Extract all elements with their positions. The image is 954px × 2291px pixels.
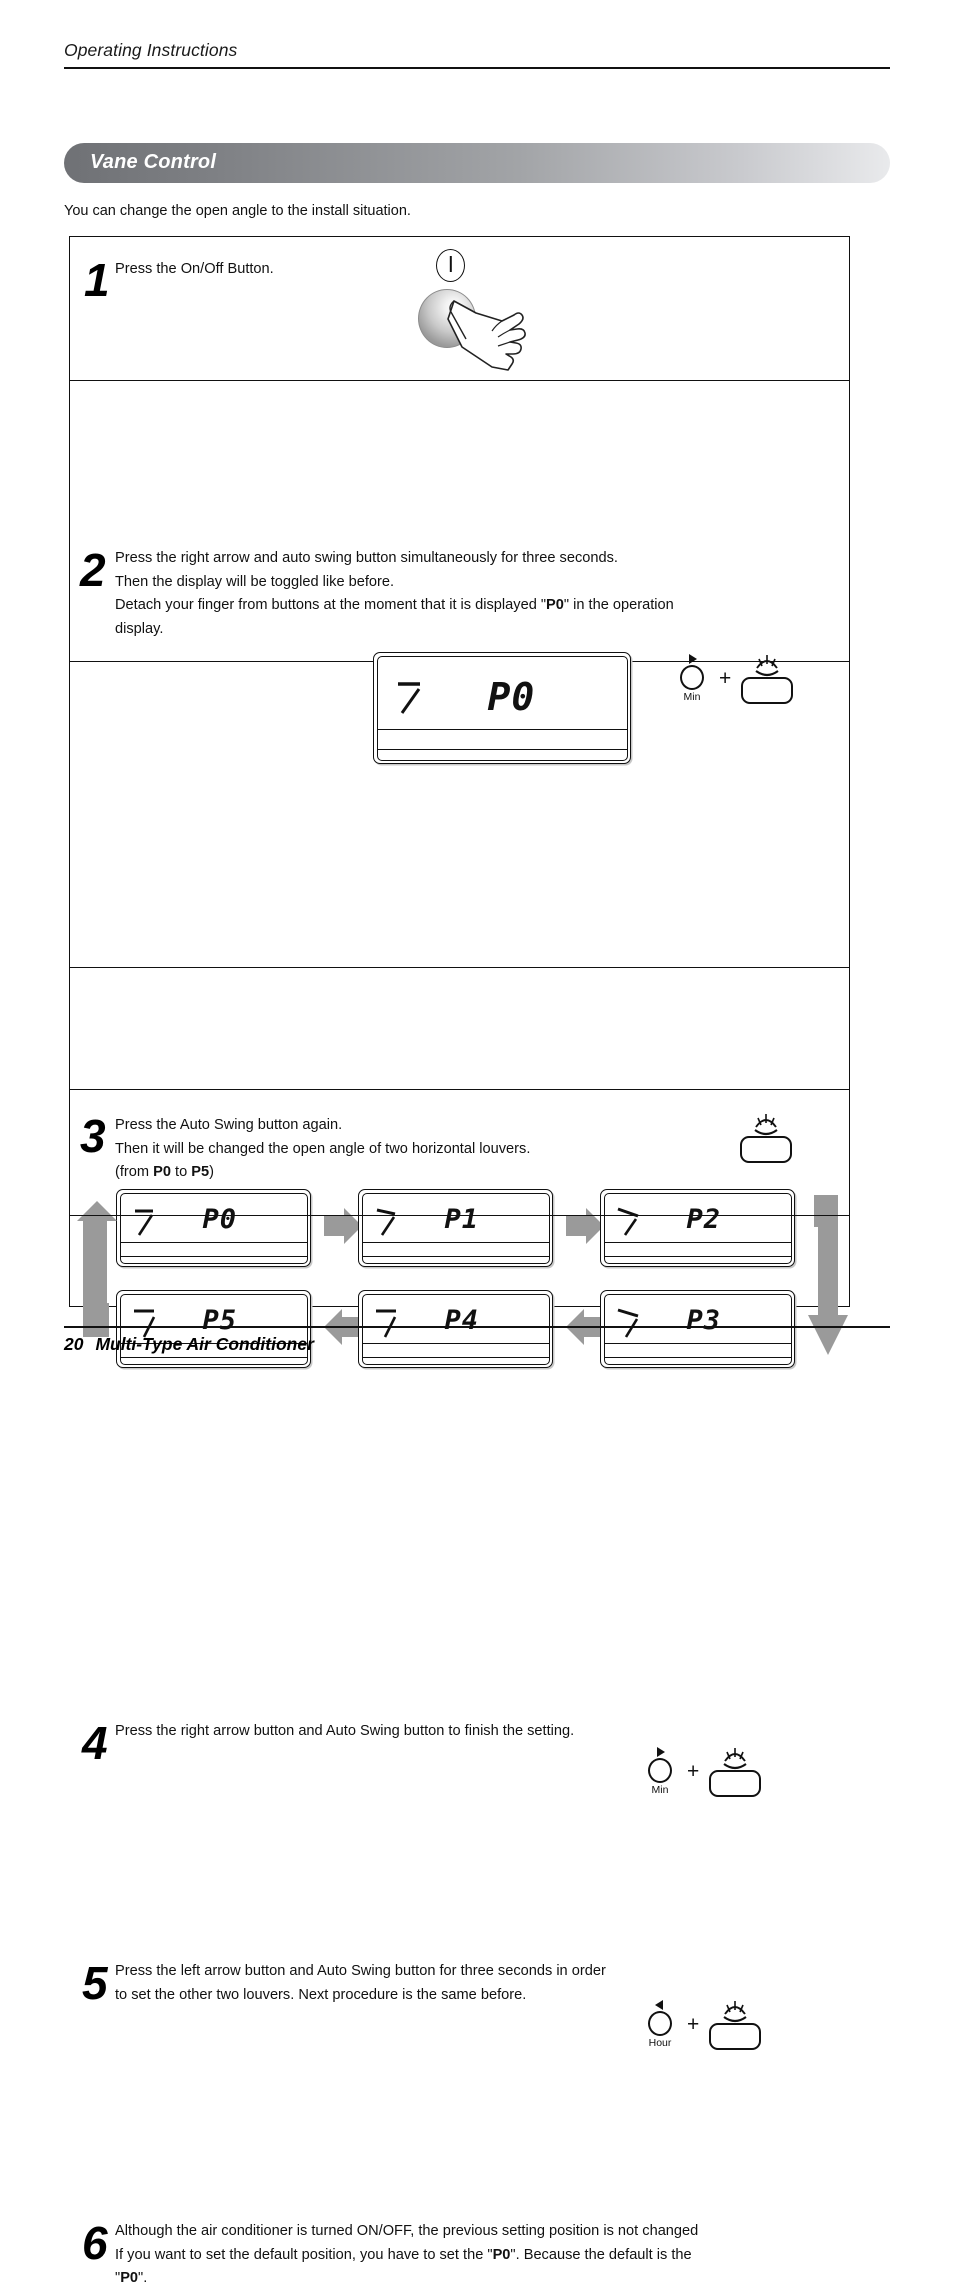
manual-page: Operating Instructions Vane Control You … bbox=[0, 0, 954, 2286]
step-number: 5 bbox=[82, 1957, 108, 2009]
triangle-left-icon bbox=[655, 2000, 663, 2010]
auto-swing-button[interactable] bbox=[709, 1746, 765, 1797]
step-line: If you want to set the default position,… bbox=[115, 2246, 692, 2263]
section-title-bar: Vane Control bbox=[64, 143, 890, 183]
auto-swing-icon bbox=[709, 1999, 765, 2023]
step-line: to set the other two louvers. Next proce… bbox=[115, 1986, 527, 2003]
louver-angle-icon bbox=[375, 1309, 396, 1338]
steps-frame: 1 Press the On/Off Button. 2 Press the r… bbox=[69, 236, 850, 2286]
step-2: 2 Press the right arrow and auto swing b… bbox=[70, 381, 849, 764]
step-3: 3 Press the Auto Swing button again. The… bbox=[70, 662, 849, 1368]
auto-swing-icon bbox=[709, 1746, 765, 1770]
arrow-button-circle bbox=[648, 1758, 672, 1783]
footer-title: Multi-Type Air Conditioner bbox=[95, 1334, 314, 1354]
lcd-divider-2 bbox=[120, 1356, 307, 1358]
code-ref: P0 bbox=[492, 2246, 511, 2263]
plus-sign: + bbox=[687, 2013, 700, 2036]
power-button-illustration bbox=[418, 249, 548, 374]
step-number: 2 bbox=[80, 544, 106, 596]
step-number: 1 bbox=[84, 254, 110, 306]
left-arrow-button[interactable]: Hour bbox=[643, 2000, 677, 2049]
step-line: Press the left arrow button and Auto Swi… bbox=[115, 1963, 606, 1979]
arrow-left-p4-p5 bbox=[324, 1309, 362, 1345]
step-line: Press the right arrow and auto swing but… bbox=[115, 550, 618, 566]
footer-divider bbox=[64, 1326, 890, 1328]
step-text: Press the On/Off Button. bbox=[115, 261, 274, 277]
header-divider bbox=[64, 67, 890, 69]
step-line: display. bbox=[115, 620, 164, 637]
page-footer: 20 Multi-Type Air Conditioner bbox=[64, 1334, 314, 1355]
hand-pointing-icon bbox=[447, 300, 526, 371]
page-header: Operating Instructions bbox=[64, 40, 890, 69]
triangle-right-icon bbox=[657, 1747, 665, 1757]
step-4: 4 Press the right arrow button and Auto … bbox=[70, 968, 849, 1797]
arrow-button-label: Min bbox=[651, 1784, 669, 1796]
step-text: Press the right arrow button and Auto Sw… bbox=[115, 1723, 575, 1739]
step-text: Press the left arrow button and Auto Swi… bbox=[115, 1960, 715, 2007]
arrow-button-label: Hour bbox=[648, 2037, 672, 2049]
code-ref: P0 bbox=[546, 597, 564, 614]
section-intro: You can change the open angle to the ins… bbox=[64, 203, 411, 219]
lcd-divider-2 bbox=[604, 1356, 791, 1358]
lcd-divider-1 bbox=[604, 1342, 791, 1344]
button-combo-step4: Min + bbox=[643, 1746, 765, 1797]
step-5: 5 Press the left arrow button and Auto S… bbox=[70, 1090, 849, 2050]
step-line: "P0". bbox=[115, 2270, 148, 2287]
step-1: 1 Press the On/Off Button. bbox=[70, 237, 849, 381]
section-title: Vane Control bbox=[90, 151, 217, 173]
step-line: Detach your finger from buttons at the m… bbox=[115, 597, 674, 614]
step-text: Press the right arrow and auto swing but… bbox=[115, 547, 830, 642]
arrow-left-p3-p4 bbox=[566, 1309, 604, 1345]
lcd-divider-2 bbox=[362, 1356, 549, 1358]
lcd-code: P5 bbox=[202, 1304, 238, 1336]
auto-swing-button[interactable] bbox=[709, 1999, 765, 2050]
louver-angle-icon bbox=[617, 1308, 638, 1338]
arrow-button-circle bbox=[648, 2011, 672, 2036]
lcd-divider-1 bbox=[362, 1342, 549, 1344]
code-ref: P0 bbox=[120, 2270, 139, 2287]
auto-swing-pad bbox=[709, 1770, 762, 1797]
step-number: 6 bbox=[82, 2217, 108, 2269]
step-line: Although the air conditioner is turned O… bbox=[115, 2223, 699, 2239]
step-number: 4 bbox=[82, 1717, 108, 1769]
plus-sign: + bbox=[687, 1760, 700, 1783]
header-title: Operating Instructions bbox=[64, 40, 238, 60]
auto-swing-pad bbox=[709, 2023, 762, 2050]
step-text: Although the air conditioner is turned O… bbox=[115, 2220, 845, 2291]
step-line: Then the display will be toggled like be… bbox=[115, 573, 395, 590]
lcd-code: P4 bbox=[444, 1304, 480, 1336]
right-arrow-button[interactable]: Min bbox=[643, 1747, 677, 1796]
button-combo-step5: Hour + bbox=[643, 1999, 765, 2050]
page-number: 20 bbox=[64, 1334, 84, 1354]
step-6: 6 Although the air conditioner is turned… bbox=[70, 1216, 849, 2286]
lcd-code: P3 bbox=[686, 1304, 722, 1336]
